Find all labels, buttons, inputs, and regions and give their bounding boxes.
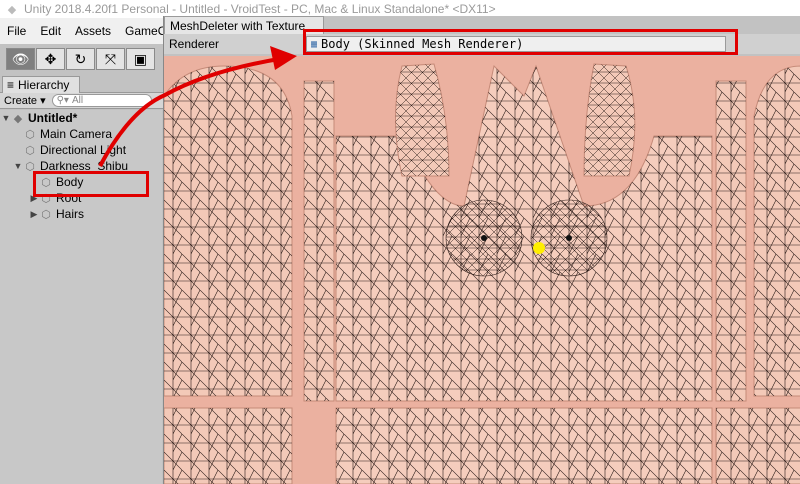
annotation-arrow [98,46,297,167]
